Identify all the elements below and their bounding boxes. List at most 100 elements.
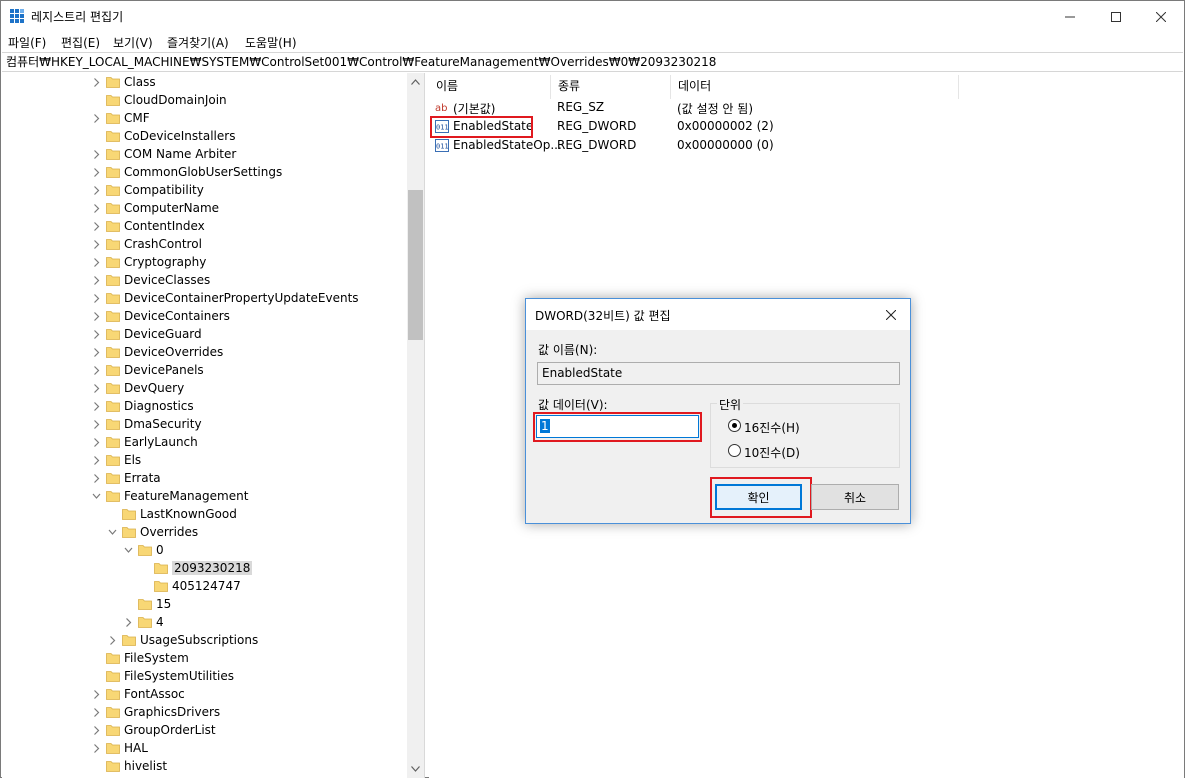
chevron-right-icon[interactable]	[92, 239, 101, 250]
tree-item[interactable]: Class	[2, 74, 407, 92]
chevron-right-icon[interactable]	[92, 347, 101, 358]
tree-item[interactable]: CloudDomainJoin	[2, 92, 407, 110]
tree-item[interactable]: Cryptography	[2, 254, 407, 272]
chevron-right-icon[interactable]	[108, 635, 117, 646]
chevron-right-icon[interactable]	[92, 455, 101, 466]
tree-item[interactable]: LastKnownGood	[2, 506, 407, 524]
column-header-name[interactable]: 이름	[429, 75, 551, 99]
tree-item[interactable]: DeviceContainers	[2, 308, 407, 326]
menu-view[interactable]: 보기(V)	[113, 34, 153, 51]
tree-item[interactable]: ComputerName	[2, 200, 407, 218]
chevron-right-icon[interactable]	[92, 275, 101, 286]
column-header-type[interactable]: 종류	[551, 75, 671, 99]
scroll-thumb[interactable]	[408, 190, 423, 340]
tree-item[interactable]: GraphicsDrivers	[2, 704, 407, 722]
tree-item[interactable]: UsageSubscriptions	[2, 632, 407, 650]
tree-item[interactable]: Overrides	[2, 524, 407, 542]
tree-item[interactable]: ContentIndex	[2, 218, 407, 236]
chevron-right-icon[interactable]	[92, 113, 101, 124]
value-row[interactable]: 011 EnabledState REG_DWORD 0x00000002 (2…	[429, 117, 1169, 136]
tree-item-label: FontAssoc	[124, 687, 185, 701]
chevron-down-icon[interactable]	[108, 527, 117, 538]
chevron-right-icon[interactable]	[92, 185, 101, 196]
tree-item[interactable]: DevicePanels	[2, 362, 407, 380]
folder-icon	[106, 473, 120, 484]
tree-item[interactable]: 4	[2, 614, 407, 632]
tree-item[interactable]: CMF	[2, 110, 407, 128]
tree-item[interactable]: Errata	[2, 470, 407, 488]
chevron-right-icon[interactable]	[92, 707, 101, 718]
scroll-down-button[interactable]	[407, 760, 424, 777]
tree-item[interactable]: CommonGlobUserSettings	[2, 164, 407, 182]
chevron-right-icon[interactable]	[92, 689, 101, 700]
menu-file[interactable]: 파일(F)	[8, 34, 46, 51]
tree-item[interactable]: Compatibility	[2, 182, 407, 200]
scroll-up-button[interactable]	[407, 73, 424, 90]
close-button[interactable]	[1138, 1, 1184, 32]
tree-item[interactable]: FileSystemUtilities	[2, 668, 407, 686]
chevron-down-icon[interactable]	[92, 491, 101, 502]
tree-item[interactable]: 0	[2, 542, 407, 560]
tree-scrollbar[interactable]	[407, 73, 424, 778]
tree-item[interactable]: COM Name Arbiter	[2, 146, 407, 164]
tree-item[interactable]: CoDeviceInstallers	[2, 128, 407, 146]
tree-item[interactable]: hivelist	[2, 758, 407, 776]
chevron-right-icon[interactable]	[92, 167, 101, 178]
hex-radio-label[interactable]: 16진수(H)	[744, 419, 800, 436]
chevron-right-icon[interactable]	[92, 383, 101, 394]
maximize-button[interactable]	[1093, 1, 1139, 32]
chevron-right-icon[interactable]	[92, 437, 101, 448]
tree-item[interactable]: HAL	[2, 740, 407, 758]
chevron-right-icon[interactable]	[92, 77, 101, 88]
tree-item[interactable]: EarlyLaunch	[2, 434, 407, 452]
tree-item[interactable]: DeviceOverrides	[2, 344, 407, 362]
tree-item[interactable]: 405124747	[2, 578, 407, 596]
tree-item[interactable]: FeatureManagement	[2, 488, 407, 506]
tree-item[interactable]: Diagnostics	[2, 398, 407, 416]
menu-help[interactable]: 도움말(H)	[245, 34, 297, 51]
folder-icon	[106, 365, 120, 376]
chevron-right-icon[interactable]	[92, 365, 101, 376]
chevron-right-icon[interactable]	[92, 329, 101, 340]
chevron-right-icon[interactable]	[92, 149, 101, 160]
tree-item[interactable]: 15	[2, 596, 407, 614]
tree-item[interactable]: Els	[2, 452, 407, 470]
column-header-data[interactable]: 데이터	[671, 75, 959, 99]
chevron-right-icon[interactable]	[92, 743, 101, 754]
value-row[interactable]: 011 EnabledStateOp... REG_DWORD 0x000000…	[429, 136, 1169, 155]
chevron-right-icon[interactable]	[92, 419, 101, 430]
title-bar: 레지스트리 편집기	[1, 1, 1184, 32]
chevron-right-icon[interactable]	[92, 221, 101, 232]
menu-edit[interactable]: 편집(E)	[61, 34, 100, 51]
chevron-right-icon[interactable]	[92, 725, 101, 736]
address-bar[interactable]: 컴퓨터₩HKEY_LOCAL_MACHINE₩SYSTEM₩ControlSet…	[2, 52, 1183, 72]
tree-item[interactable]: FileSystem	[2, 650, 407, 668]
chevron-right-icon[interactable]	[92, 203, 101, 214]
chevron-down-icon[interactable]	[124, 545, 133, 556]
chevron-right-icon[interactable]	[92, 473, 101, 484]
tree-item[interactable]: DmaSecurity	[2, 416, 407, 434]
menu-favorites[interactable]: 즐겨찾기(A)	[167, 34, 229, 51]
chevron-right-icon[interactable]	[92, 311, 101, 322]
tree-item[interactable]: DeviceContainerPropertyUpdateEvents	[2, 290, 407, 308]
chevron-right-icon[interactable]	[92, 293, 101, 304]
dec-radio-label[interactable]: 10진수(D)	[744, 444, 800, 461]
tree-item[interactable]: GroupOrderList	[2, 722, 407, 740]
folder-icon	[106, 149, 120, 160]
tree-item[interactable]: CrashControl	[2, 236, 407, 254]
tree-item[interactable]: DevQuery	[2, 380, 407, 398]
chevron-right-icon[interactable]	[92, 401, 101, 412]
tree-item[interactable]: FontAssoc	[2, 686, 407, 704]
chevron-right-icon[interactable]	[124, 617, 133, 628]
chevron-right-icon[interactable]	[92, 257, 101, 268]
folder-icon	[106, 437, 120, 448]
hex-radio[interactable]	[728, 419, 741, 432]
dialog-close-button[interactable]	[872, 299, 910, 330]
minimize-button[interactable]	[1047, 1, 1093, 32]
tree-item[interactable]: 2093230218	[2, 560, 407, 578]
dec-radio[interactable]	[728, 444, 741, 457]
tree-item[interactable]: DeviceClasses	[2, 272, 407, 290]
tree-item[interactable]: DeviceGuard	[2, 326, 407, 344]
cancel-button[interactable]: 취소	[811, 484, 899, 510]
value-row[interactable]: ab (기본값) REG_SZ (값 설정 안 됨)	[429, 98, 1169, 117]
